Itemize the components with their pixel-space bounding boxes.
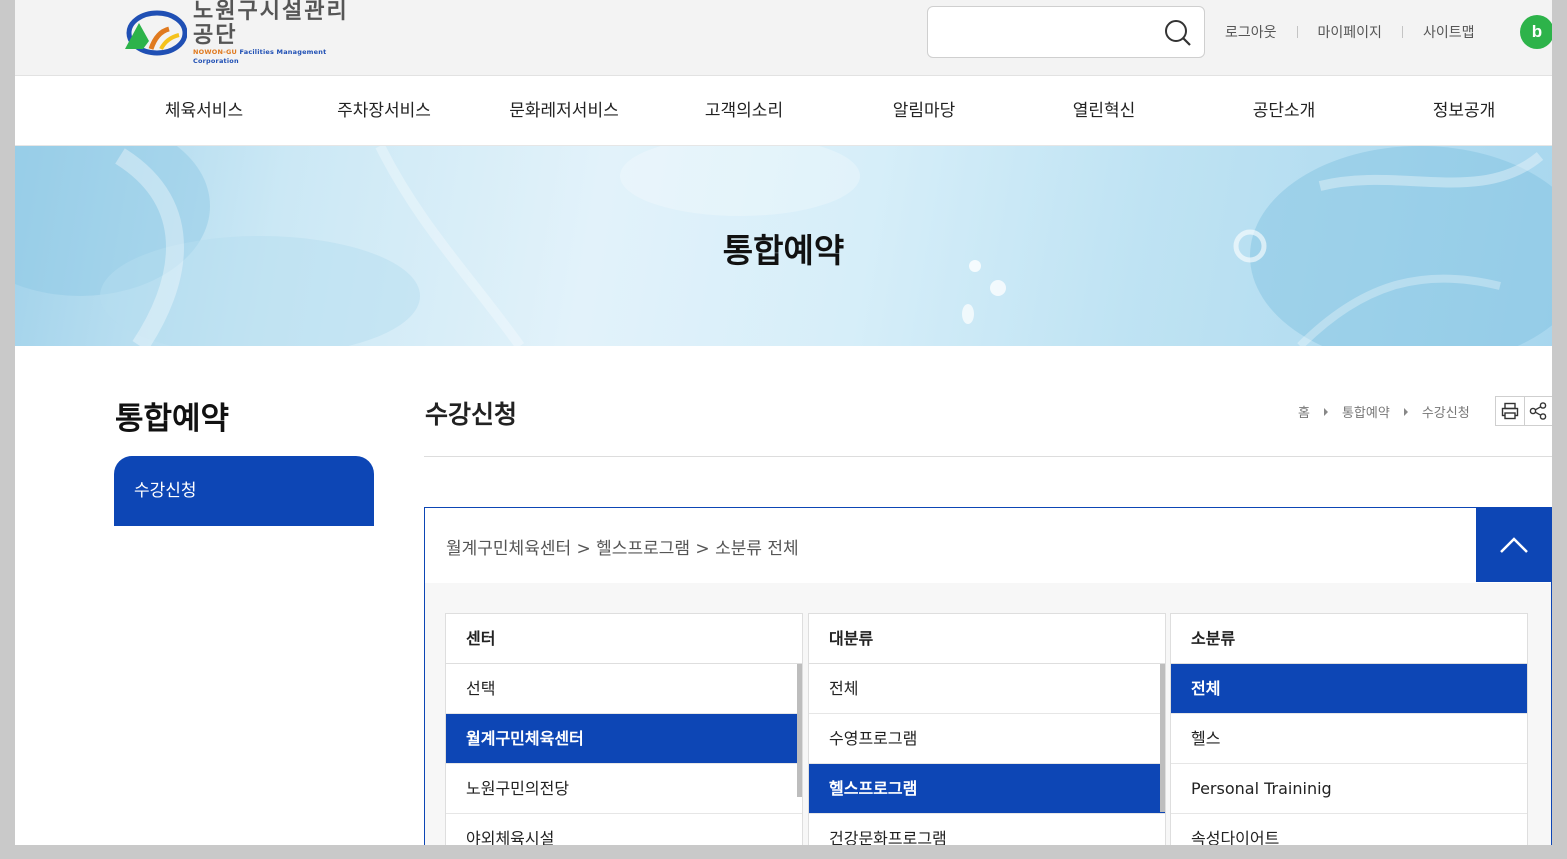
- nav-item-notice[interactable]: 알림마당: [834, 76, 1014, 146]
- page-tools: [1495, 396, 1552, 426]
- sitemap-link[interactable]: 사이트맵: [1423, 22, 1475, 42]
- search-input[interactable]: [940, 17, 1150, 47]
- breadcrumb-current: 수강신청: [1421, 406, 1470, 421]
- column-header: 소분류: [1171, 614, 1527, 664]
- list-item[interactable]: 수영프로그램: [809, 714, 1165, 764]
- nav-item-parking[interactable]: 주차장서비스: [294, 76, 474, 146]
- site-logo[interactable]: 노원구시설관리공단 NOWON-GU Facilities Management…: [121, 0, 361, 65]
- list-item[interactable]: 야외체육시설: [446, 814, 802, 845]
- list-item-selected[interactable]: 전체: [1171, 664, 1527, 714]
- list-item[interactable]: 전체: [809, 664, 1165, 714]
- page-title: 수강신청: [425, 400, 518, 429]
- main-navigation: 체육서비스 주차장서비스 문화레저서비스 고객의소리 알림마당 열린혁신 공단소…: [15, 76, 1552, 146]
- content-divider: [424, 456, 1552, 457]
- nav-item-info[interactable]: 정보공개: [1374, 76, 1552, 146]
- logo-english-text: NOWON-GU Facilities Management Corporati…: [193, 48, 327, 65]
- scrollbar[interactable]: [1160, 664, 1165, 812]
- nav-item-customer-voice[interactable]: 고객의소리: [654, 76, 834, 146]
- list-item-selected[interactable]: 월계구민체육센터: [446, 714, 802, 764]
- chevron-up-icon: [1500, 536, 1528, 553]
- breadcrumb-reservation[interactable]: 통합예약: [1342, 402, 1390, 421]
- nav-item-sports[interactable]: 체육서비스: [114, 76, 294, 146]
- scrollbar[interactable]: [797, 664, 802, 797]
- minor-category-column: 소분류 전체 헬스 Personal Traininig 속성다이어트: [1170, 613, 1528, 845]
- list-item[interactable]: 건강문화프로그램: [809, 814, 1165, 845]
- divider: [1296, 26, 1298, 38]
- breadcrumb: 홈 통합예약 수강신청: [1298, 402, 1470, 421]
- page-frame: 노원구시설관리공단 NOWON-GU Facilities Management…: [15, 0, 1552, 845]
- center-column: 센터 선택 월계구민체육센터 노원구민의전당 야외체육시설: [445, 613, 803, 845]
- page-banner: 통합예약: [15, 146, 1552, 346]
- share-icon: [1530, 402, 1547, 420]
- mypage-link[interactable]: 마이페이지: [1318, 22, 1382, 42]
- print-button[interactable]: [1496, 397, 1524, 425]
- breadcrumb-arrow-icon: [1323, 407, 1328, 416]
- panel-body: 센터 선택 월계구민체육센터 노원구민의전당 야외체육시설 대분류 전체 수영프…: [425, 583, 1551, 845]
- utility-links: 로그아웃 마이페이지 사이트맵: [1225, 22, 1474, 42]
- nav-item-culture[interactable]: 문화레저서비스: [474, 76, 654, 146]
- search-box: [927, 6, 1205, 58]
- breadcrumb-home[interactable]: 홈: [1298, 402, 1310, 421]
- panel-collapse-button[interactable]: [1476, 507, 1552, 582]
- selected-path-text: 월계구민체육센터 > 헬스프로그램 > 소분류 전체: [446, 539, 799, 559]
- list-item[interactable]: 헬스: [1171, 714, 1527, 764]
- logo-korean-text: 노원구시설관리공단: [193, 0, 349, 48]
- major-category-column: 대분류 전체 수영프로그램 헬스프로그램 건강문화프로그램: [808, 613, 1166, 845]
- list-item[interactable]: Personal Traininig: [1171, 764, 1527, 814]
- logo-mark-icon: [125, 10, 187, 56]
- sidebar-title: 통합예약: [115, 401, 230, 437]
- nav-item-innovation[interactable]: 열린혁신: [1014, 76, 1194, 146]
- share-button[interactable]: [1523, 397, 1552, 425]
- list-item[interactable]: 노원구민의전당: [446, 764, 802, 814]
- banner-title: 통합예약: [722, 231, 845, 270]
- column-header: 대분류: [809, 614, 1165, 664]
- logout-link[interactable]: 로그아웃: [1225, 22, 1277, 42]
- category-selection-panel: 월계구민체육센터 > 헬스프로그램 > 소분류 전체 센터 선택 월계구민체육센…: [424, 507, 1552, 845]
- extension-badge-icon[interactable]: b: [1520, 15, 1552, 49]
- column-header: 센터: [446, 614, 802, 664]
- breadcrumb-arrow-icon: [1403, 407, 1408, 416]
- print-icon: [1501, 402, 1519, 420]
- nav-item-about[interactable]: 공단소개: [1194, 76, 1374, 146]
- search-icon[interactable]: [1164, 19, 1192, 47]
- list-item-selected[interactable]: 헬스프로그램: [809, 764, 1165, 814]
- list-item[interactable]: 선택: [446, 664, 802, 714]
- divider: [1401, 26, 1403, 38]
- top-utility-bar: 노원구시설관리공단 NOWON-GU Facilities Management…: [15, 0, 1552, 76]
- sidebar-item-course-registration[interactable]: 수강신청: [114, 456, 374, 526]
- list-item[interactable]: 속성다이어트: [1171, 814, 1527, 845]
